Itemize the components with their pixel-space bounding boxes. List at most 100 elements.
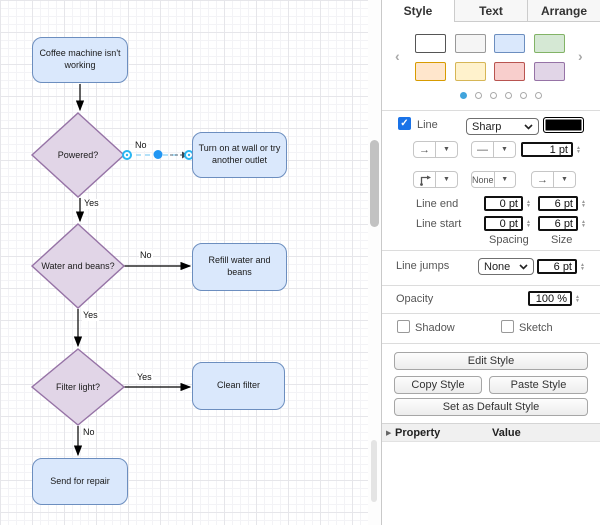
line-end-size-input[interactable]: 6 pt [538, 196, 578, 211]
node-send-repair[interactable]: Send for repair [32, 458, 128, 505]
property-table-header[interactable]: ▶ Property Value [382, 423, 600, 442]
line-start-arrow-button[interactable]: → ▼ [413, 141, 458, 158]
pagination-dot[interactable] [475, 92, 482, 99]
tab-arrange[interactable]: Arrange [527, 0, 600, 22]
waypoint-style-button[interactable]: ▼ [413, 171, 458, 188]
style-swatch-gray[interactable] [455, 34, 486, 53]
swatch-pagination [460, 92, 542, 99]
format-panel: Style Text Arrange ‹ › ✓ Line Sha [381, 0, 600, 525]
line-pattern-button[interactable]: — ▼ [471, 141, 516, 158]
node-label: Turn on at wall or try another outlet [197, 143, 282, 166]
style-swatch-blue[interactable] [494, 34, 525, 53]
connector-none-label: None [472, 172, 495, 187]
style-swatch-yellow[interactable] [455, 62, 486, 81]
pagination-dot[interactable] [535, 92, 542, 99]
stepper-down-icon[interactable]: ▼ [581, 224, 586, 228]
dropdown-caret-icon[interactable]: ▼ [554, 172, 575, 187]
line-start-spacing-input[interactable]: 0 pt [484, 216, 523, 231]
tab-style[interactable]: Style [382, 0, 454, 22]
node-turn-on-wall[interactable]: Turn on at wall or try another outlet [192, 132, 287, 178]
line-width-input[interactable]: 1 pt [521, 142, 573, 157]
edge-label-no[interactable]: No [134, 141, 148, 151]
shadow-checkbox[interactable] [397, 320, 410, 333]
edge-label-yes[interactable]: Yes [83, 199, 100, 209]
line-end-spacing-input[interactable]: 0 pt [484, 196, 523, 211]
canvas-scrollbar-track[interactable] [368, 0, 381, 525]
line-jumps-select[interactable]: None [478, 258, 534, 275]
connector-none-button[interactable]: None ▼ [471, 171, 516, 188]
dropdown-caret-icon[interactable]: ▼ [436, 142, 457, 157]
shadow-label: Shadow [415, 322, 455, 334]
stepper-down-icon[interactable]: ▼ [526, 204, 531, 208]
stepper-down-icon[interactable]: ▼ [580, 267, 585, 271]
opacity-input[interactable]: 100 % [528, 291, 572, 306]
arrow-right-icon: → [414, 142, 436, 157]
dropdown-caret-icon[interactable]: ▼ [495, 172, 515, 187]
style-swatch-orange[interactable] [415, 62, 446, 81]
dropdown-caret-icon[interactable]: ▼ [436, 172, 457, 187]
stepper-down-icon[interactable]: ▼ [581, 204, 586, 208]
line-jumps-size-stepper[interactable]: ▲▼ [578, 259, 587, 274]
property-column-header: Property [395, 427, 440, 439]
line-style-select[interactable]: Sharp [466, 118, 539, 135]
solid-line-icon: — [472, 142, 494, 157]
style-swatch-green[interactable] [534, 34, 565, 53]
line-start-label: Line start [416, 218, 461, 230]
line-start-spacing-stepper[interactable]: ▲▼ [524, 216, 533, 231]
sketch-label: Sketch [519, 322, 553, 334]
pagination-dot[interactable] [520, 92, 527, 99]
opacity-label: Opacity [396, 293, 433, 305]
node-clean-filter[interactable]: Clean filter [192, 362, 285, 410]
set-default-style-button[interactable]: Set as Default Style [394, 398, 588, 416]
line-end-size-stepper[interactable]: ▲▼ [579, 196, 588, 211]
pagination-dot[interactable] [490, 92, 497, 99]
tab-text[interactable]: Text [454, 0, 527, 22]
stepper-down-icon[interactable]: ▼ [526, 224, 531, 228]
line-start-size-input[interactable]: 6 pt [538, 216, 578, 231]
edge-label-yes[interactable]: Yes [82, 311, 99, 321]
node-filter-light-label: Filter light? [36, 379, 120, 395]
edit-style-button[interactable]: Edit Style [394, 352, 588, 370]
size-label: Size [551, 234, 572, 246]
disclosure-triangle-icon[interactable]: ▶ [386, 429, 391, 437]
style-swatch-red[interactable] [494, 62, 525, 81]
line-start-size-stepper[interactable]: ▲▼ [579, 216, 588, 231]
drawio-window: Coffee machine isn't working Turn on at … [0, 0, 600, 525]
dropdown-caret-icon[interactable]: ▼ [494, 142, 515, 157]
node-refill-water[interactable]: Refill water and beans [192, 243, 287, 291]
style-swatch-white[interactable] [415, 34, 446, 53]
sketch-checkbox[interactable] [501, 320, 514, 333]
panel-scrollbar-thumb[interactable] [371, 440, 377, 502]
line-end-arrow-button[interactable]: → ▼ [531, 171, 576, 188]
edge-label-yes[interactable]: Yes [136, 373, 153, 383]
copy-style-button[interactable]: Copy Style [394, 376, 482, 394]
paste-style-button[interactable]: Paste Style [489, 376, 588, 394]
node-label: Coffee machine isn't working [37, 48, 123, 71]
stepper-down-icon[interactable]: ▼ [575, 299, 580, 303]
arrow-right-icon: → [532, 172, 554, 187]
swatch-next-icon[interactable]: › [578, 50, 583, 62]
line-end-label: Line end [416, 198, 458, 210]
line-color-button[interactable] [543, 117, 584, 133]
style-swatch-purple[interactable] [534, 62, 565, 81]
node-coffee-machine[interactable]: Coffee machine isn't working [32, 37, 128, 83]
edge-label-no[interactable]: No [82, 428, 96, 438]
line-width-stepper[interactable]: ▲ ▼ [574, 142, 583, 157]
canvas-scrollbar-thumb[interactable] [370, 140, 379, 227]
line-checkbox[interactable]: ✓ [398, 117, 411, 130]
edge-label-no[interactable]: No [139, 251, 153, 261]
select-chevron-icon [524, 124, 533, 130]
stepper-down-icon[interactable]: ▼ [576, 150, 581, 154]
pagination-dot[interactable] [505, 92, 512, 99]
edge-midpoint-handle[interactable] [154, 150, 163, 159]
node-label: Send for repair [50, 476, 110, 488]
pagination-dot[interactable] [460, 92, 467, 99]
checkmark-icon: ✓ [400, 118, 408, 129]
edge-endpoint-handle-source[interactable] [123, 151, 131, 159]
line-end-spacing-stepper[interactable]: ▲▼ [524, 196, 533, 211]
swatch-prev-icon[interactable]: ‹ [395, 50, 400, 62]
diagram-canvas[interactable]: Coffee machine isn't working Turn on at … [0, 0, 368, 525]
opacity-stepper[interactable]: ▲▼ [573, 291, 582, 306]
line-jumps-size-input[interactable]: 6 pt [537, 259, 577, 274]
format-tabs: Style Text Arrange [382, 0, 600, 22]
